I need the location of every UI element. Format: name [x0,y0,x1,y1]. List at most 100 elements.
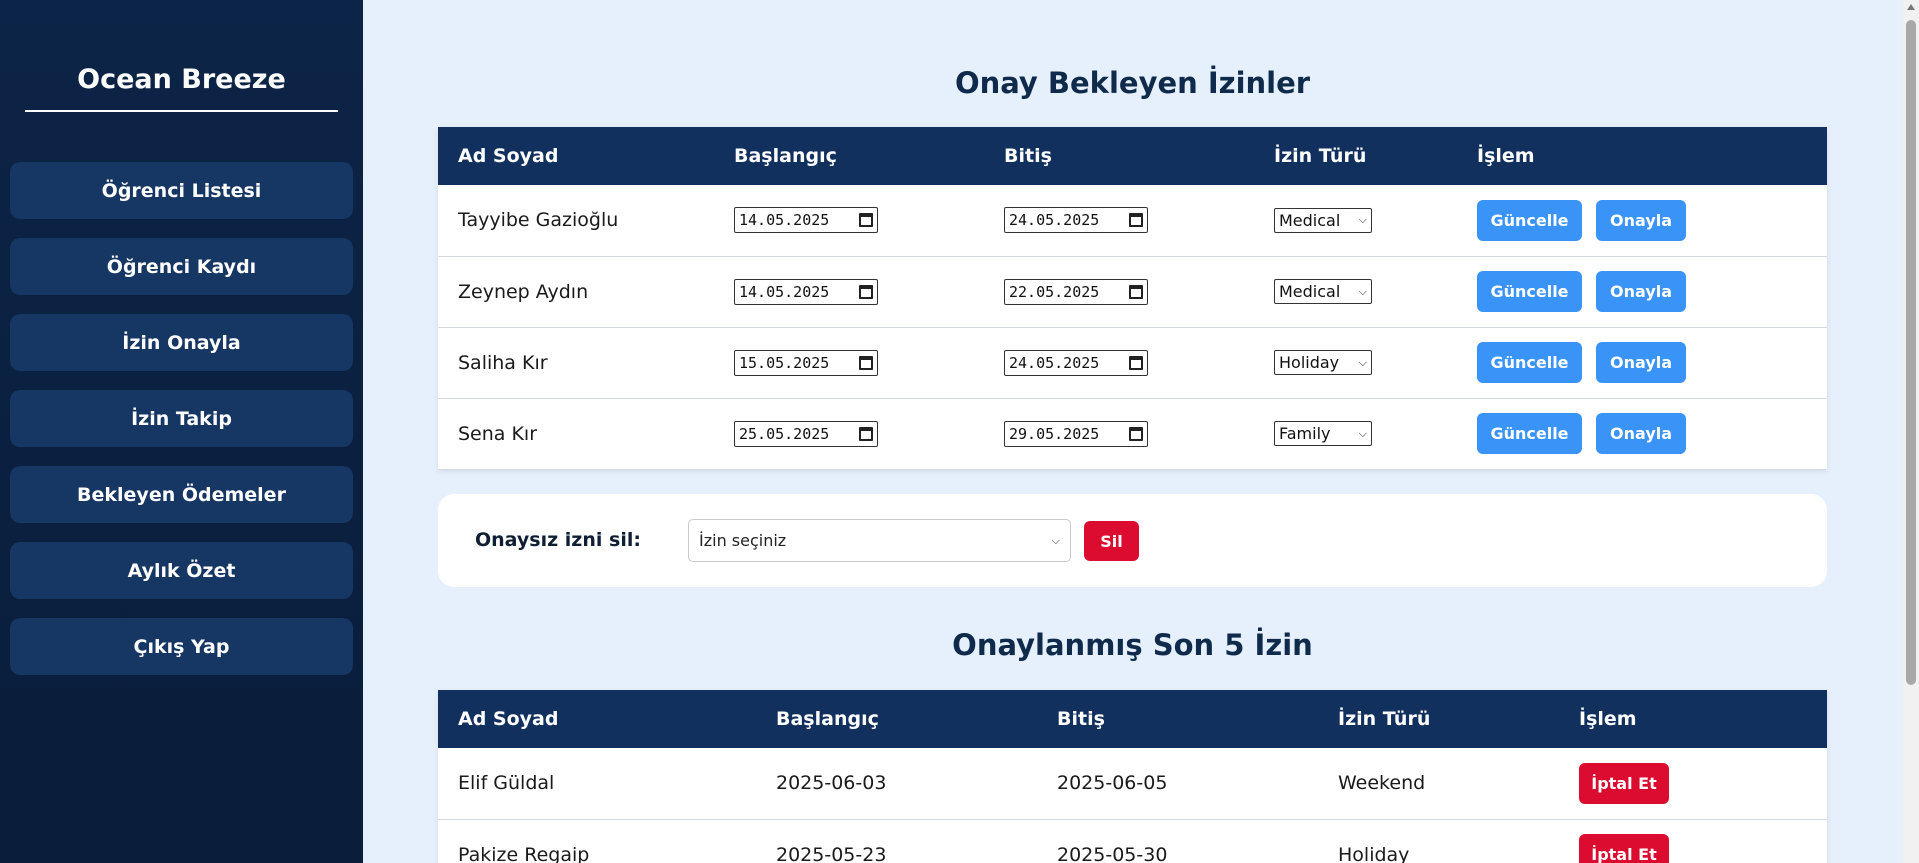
calendar-icon[interactable] [859,426,873,441]
end-date-input[interactable]: 29.05.2025 [1004,420,1148,447]
sidebar-item-ogrenci-listesi[interactable]: Öğrenci Listesi [10,162,353,219]
calendar-icon[interactable] [859,213,873,228]
col-header-type: İzin Türü [1274,145,1367,167]
sidebar: Ocean Breeze Öğrenci Listesi Öğrenci Kay… [0,0,363,863]
leave-select-value: İzin seçiniz [699,531,787,550]
approved-table-header: Ad Soyad Başlangıç Bitiş İzin Türü İşlem [438,690,1827,748]
calendar-icon[interactable] [1129,284,1143,299]
leave-select-dropdown[interactable]: İzin seçiniz ⌵ [688,519,1071,562]
start-date-input[interactable]: 14.05.2025 [734,278,878,305]
chevron-down-icon: ⌵ [1051,533,1060,547]
name-cell: Tayyibe Gazioğlu [438,185,714,257]
col-header-end: Bitiş [1057,708,1105,730]
approve-button[interactable]: Onayla [1596,342,1687,383]
sidebar-item-ogrenci-kaydi[interactable]: Öğrenci Kaydı [10,238,353,295]
leave-type-select[interactable]: Medical ⌵ [1274,279,1372,304]
name-cell: Pakize Regaip [438,819,756,863]
start-cell: 2025-05-23 [756,819,1037,863]
leave-type-select[interactable]: Medical ⌵ [1274,207,1372,233]
end-date-value: 24.05.2025 [1009,353,1100,372]
approve-button[interactable]: Onayla [1596,199,1687,241]
col-header-name: Ad Soyad [458,145,559,167]
pending-row: Saliha Kır 15.05.2025 24.05.2025 Holiday… [438,327,1827,399]
start-date-value: 14.05.2025 [739,211,830,230]
sidebar-nav: Öğrenci Listesi Öğrenci Kaydı İzin Onayl… [10,162,353,694]
update-button[interactable]: Güncelle [1477,271,1582,312]
approve-button[interactable]: Onayla [1596,413,1687,454]
page-scrollbar[interactable] [1903,0,1919,863]
start-date-input[interactable]: 25.05.2025 [734,420,878,447]
calendar-icon[interactable] [1129,355,1143,370]
type-cell: Weekend [1318,748,1559,820]
start-date-input[interactable]: 15.05.2025 [734,349,878,376]
start-date-input[interactable]: 14.05.2025 [734,207,878,234]
update-button[interactable]: Güncelle [1477,342,1582,383]
col-header-start: Başlangıç [734,145,837,167]
sidebar-item-aylik-ozet[interactable]: Aylık Özet [10,542,353,599]
end-cell: 2025-05-30 [1037,819,1318,863]
leave-type-value: Medical [1279,282,1341,301]
start-date-value: 15.05.2025 [739,353,830,372]
end-date-value: 24.05.2025 [1009,211,1100,230]
sidebar-item-izin-onayla[interactable]: İzin Onayla [10,314,353,371]
pending-table: Ad Soyad Başlangıç Bitiş İzin Türü İşlem… [438,127,1827,470]
pending-section-title: Onay Bekleyen İzinler [954,66,1311,100]
end-date-input[interactable]: 22.05.2025 [1004,278,1148,305]
leave-type-value: Medical [1279,210,1341,230]
name-cell: Elif Güldal [438,748,756,820]
start-date-value: 25.05.2025 [739,424,830,443]
type-cell: Holiday [1318,819,1559,863]
approved-row: Elif Güldal 2025-06-03 2025-06-05 Weeken… [438,748,1827,820]
main-content: Onay Bekleyen İzinler Ad Soyad Başlangıç… [363,0,1903,863]
col-header-type: İzin Türü [1338,708,1431,730]
delete-unapproved-card: Onaysız izni sil: İzin seçiniz ⌵ Sil [438,494,1827,587]
leave-type-select[interactable]: Holiday ⌵ [1274,350,1372,375]
chevron-down-icon: ⌵ [1358,284,1367,298]
end-date-input[interactable]: 24.05.2025 [1004,207,1148,234]
calendar-icon[interactable] [859,355,873,370]
col-header-action: İşlem [1579,708,1637,730]
leave-type-value: Family [1279,424,1331,443]
pending-row: Tayyibe Gazioğlu 14.05.2025 24.05.2025 M… [438,185,1827,257]
update-button[interactable]: Güncelle [1477,199,1582,241]
sidebar-item-izin-takip[interactable]: İzin Takip [10,390,353,447]
pending-row: Zeynep Aydın 14.05.2025 22.05.2025 Medic… [438,256,1827,328]
sidebar-item-bekleyen-odemeler[interactable]: Bekleyen Ödemeler [10,466,353,523]
name-cell: Zeynep Aydın [438,256,714,328]
calendar-icon[interactable] [1129,426,1143,441]
update-button[interactable]: Güncelle [1477,413,1582,454]
scroll-up-arrow-icon[interactable] [1907,4,1915,10]
name-cell: Saliha Kır [438,327,714,399]
approved-table: Ad Soyad Başlangıç Bitiş İzin Türü İşlem… [438,690,1827,863]
cancel-leave-button[interactable]: İptal Et [1579,762,1669,804]
name-cell: Sena Kır [438,398,714,470]
cancel-leave-button[interactable]: İptal Et [1579,834,1669,863]
approve-button[interactable]: Onayla [1596,271,1687,312]
brand-divider [25,110,338,112]
sidebar-item-cikis-yap[interactable]: Çıkış Yap [10,618,353,675]
pending-row: Sena Kır 25.05.2025 29.05.2025 Family ⌵ G… [438,398,1827,470]
col-header-start: Başlangıç [776,708,879,730]
calendar-icon[interactable] [1129,213,1143,228]
calendar-icon[interactable] [859,284,873,299]
pending-table-header: Ad Soyad Başlangıç Bitiş İzin Türü İşlem [438,127,1827,185]
delete-button[interactable]: Sil [1084,521,1139,561]
delete-unapproved-label: Onaysız izni sil: [475,529,641,551]
approved-row: Pakize Regaip 2025-05-23 2025-05-30 Holi… [438,819,1827,863]
col-header-name: Ad Soyad [458,708,559,730]
col-header-action: İşlem [1477,145,1535,167]
leave-type-value: Holiday [1279,353,1340,372]
start-date-value: 14.05.2025 [739,282,830,301]
chevron-down-icon: ⌵ [1358,355,1367,369]
scroll-thumb[interactable] [1906,20,1916,685]
col-header-end: Bitiş [1004,145,1052,167]
chevron-down-icon: ⌵ [1358,426,1367,440]
end-date-value: 22.05.2025 [1009,282,1100,301]
end-date-value: 29.05.2025 [1009,424,1100,443]
brand-title: Ocean Breeze [77,64,286,95]
approved-section-title: Onaylanmış Son 5 İzin [952,628,1313,662]
chevron-down-icon: ⌵ [1358,213,1367,227]
end-cell: 2025-06-05 [1037,748,1318,820]
end-date-input[interactable]: 24.05.2025 [1004,349,1148,376]
leave-type-select[interactable]: Family ⌵ [1274,421,1372,446]
